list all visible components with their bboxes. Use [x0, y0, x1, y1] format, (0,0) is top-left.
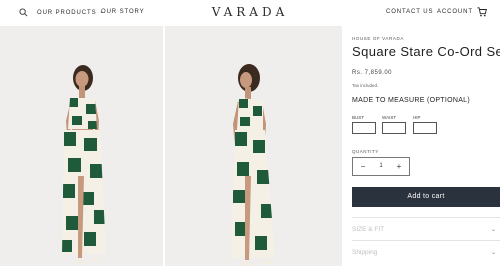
tax-note: Tax included. [352, 83, 379, 88]
waist-input[interactable] [382, 122, 406, 134]
made-to-measure-heading: MADE TO MEASURE (OPTIONAL) [352, 97, 471, 104]
accordion-shipping-label: Shipping [352, 249, 378, 256]
product-image-front[interactable] [0, 26, 163, 266]
hip-label: HIP [413, 115, 421, 120]
nav-contact-us[interactable]: CONTACT US [386, 9, 433, 15]
waist-label: WAIST [382, 115, 397, 120]
product-info-panel: HOUSE OF VARADA Square Stare Co-Ord Set … [352, 26, 500, 266]
bust-input[interactable] [352, 122, 376, 134]
add-to-cart-button[interactable]: Add to cart [352, 187, 500, 207]
product-vendor: HOUSE OF VARADA [352, 36, 404, 41]
accordion-size-fit-label: SIZE & FIT [352, 226, 385, 233]
chevron-down-icon: ⌄ [490, 227, 496, 233]
chevron-down-icon: ⌄ [490, 250, 496, 256]
quantity-label: QUANTITY [352, 149, 379, 154]
product-title: Square Stare Co-Ord Set [352, 44, 500, 59]
quantity-stepper: − 1 + [352, 157, 410, 176]
bust-label: BUST [352, 115, 365, 120]
quantity-input[interactable]: 1 [367, 163, 395, 169]
accordion-size-fit[interactable]: SIZE & FIT ⌄ [352, 217, 500, 240]
nav-account[interactable]: ACCOUNT [437, 9, 473, 15]
cart-icon[interactable] [477, 7, 487, 17]
quantity-increase-button[interactable]: + [392, 161, 406, 173]
model-front-illustration [62, 65, 106, 265]
model-side-illustration [231, 64, 275, 266]
hip-input[interactable] [413, 122, 437, 134]
product-price: Rs. 7,859.00 [352, 70, 393, 76]
accordion-shipping[interactable]: Shipping ⌄ [352, 240, 500, 266]
site-header: OUR PRODUCTS ⌄ OUR STORY VARADA CONTACT U… [0, 0, 500, 26]
product-image-side[interactable] [165, 26, 342, 266]
